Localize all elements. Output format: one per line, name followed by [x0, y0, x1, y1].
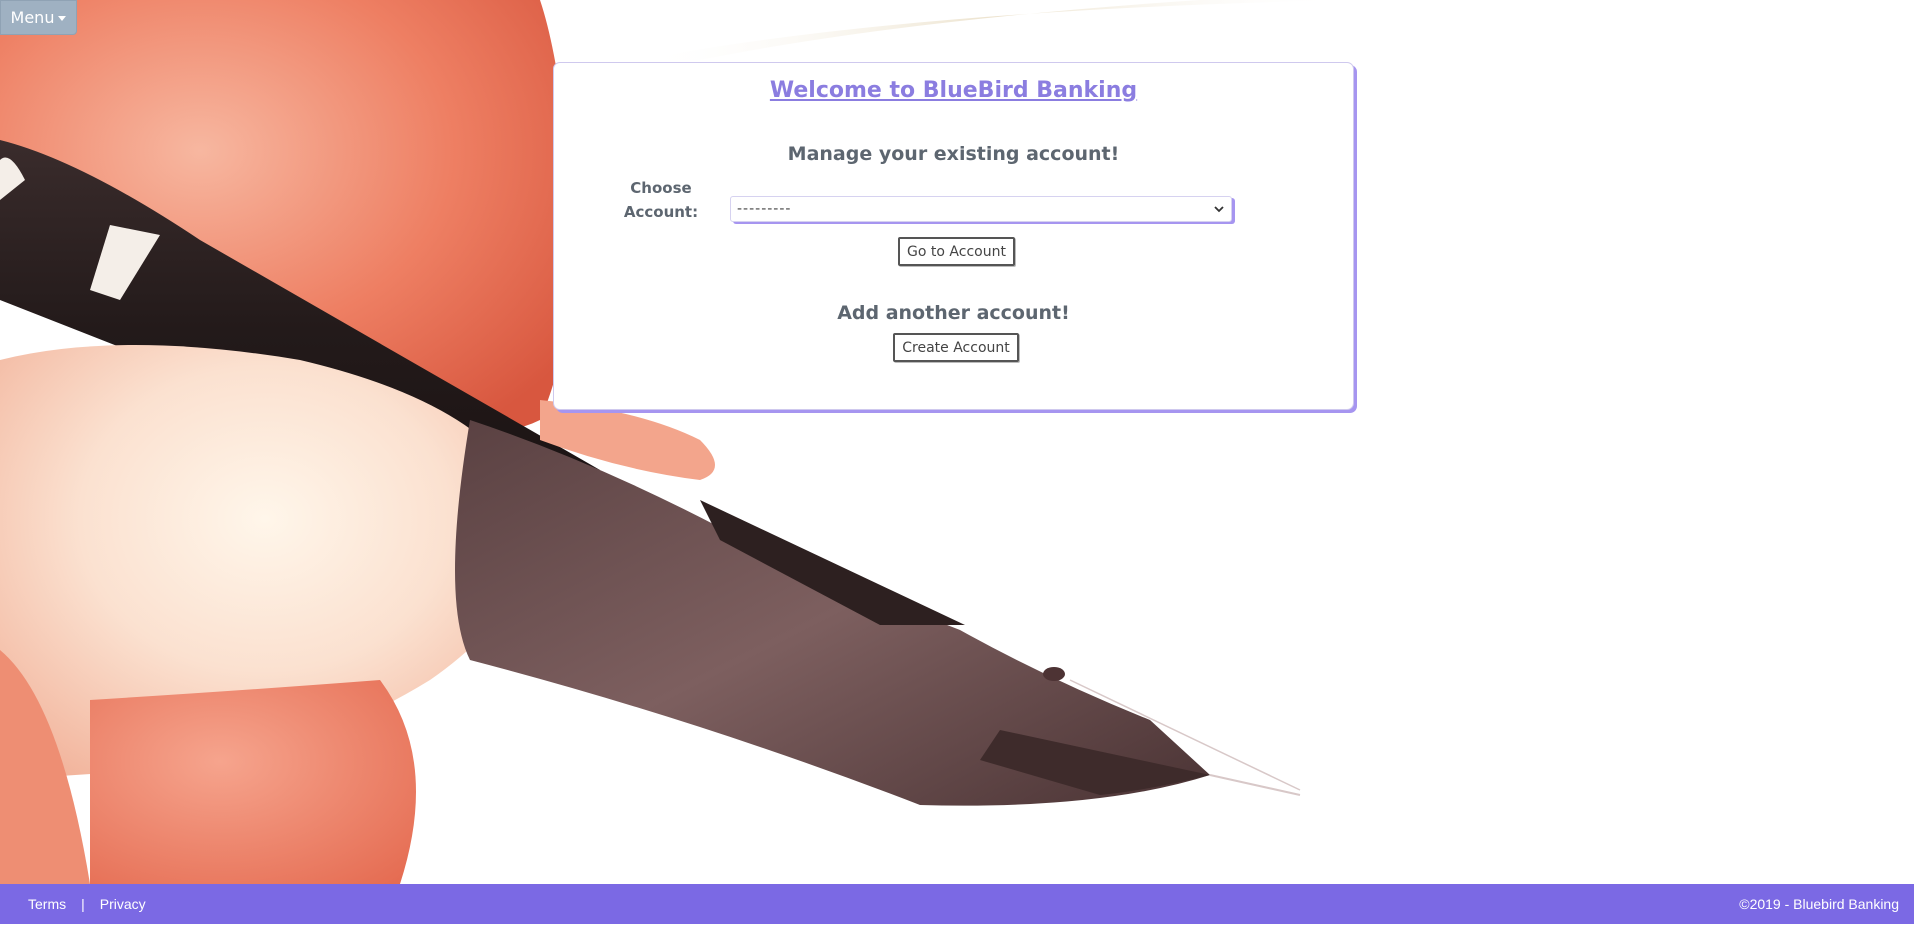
chevron-down-icon	[1213, 203, 1225, 215]
welcome-card: Welcome to BlueBird Banking Manage your …	[553, 62, 1354, 410]
menu-button[interactable]: Menu	[0, 0, 77, 35]
create-account-button[interactable]: Create Account	[893, 333, 1019, 362]
page-title[interactable]: Welcome to BlueBird Banking	[554, 78, 1353, 103]
privacy-link[interactable]: Privacy	[100, 896, 146, 912]
go-to-account-button[interactable]: Go to Account	[898, 237, 1015, 266]
footer-links: Terms | Privacy	[28, 884, 146, 924]
page: Menu Welcome to BlueBird Banking Manage …	[0, 0, 1914, 930]
choose-account-label: Choose Account:	[623, 179, 699, 221]
footer-separator: |	[81, 896, 85, 912]
manage-account-heading: Manage your existing account!	[787, 143, 1120, 165]
caret-down-icon	[58, 16, 67, 21]
footer: Terms | Privacy ©2019 - Bluebird Banking	[0, 884, 1914, 924]
copyright-text: ©2019 - Bluebird Banking	[1739, 896, 1899, 912]
account-select[interactable]: ---------	[730, 196, 1232, 222]
terms-link[interactable]: Terms	[28, 896, 66, 912]
add-account-heading: Add another account!	[837, 302, 1070, 324]
menu-label: Menu	[10, 8, 55, 27]
account-select-value: ---------	[737, 201, 792, 217]
